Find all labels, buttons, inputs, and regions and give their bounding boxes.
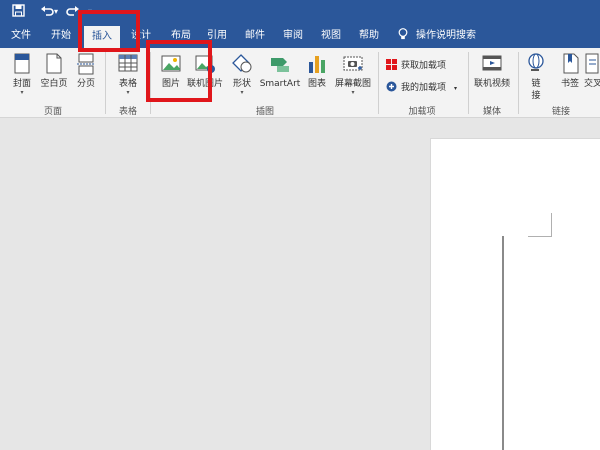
my-addins-button[interactable]: 我的加载项 ▾: [386, 80, 457, 96]
group-separator: [378, 52, 379, 114]
page-break-label: 分页: [76, 79, 95, 89]
tab-mailings[interactable]: 邮件: [238, 24, 272, 48]
group-separator: [518, 52, 519, 114]
media-group-label: 媒体: [482, 107, 501, 117]
tables-group-label: 表格: [118, 107, 137, 117]
cross-reference-button[interactable]: 交叉: [584, 52, 600, 90]
margin-corner-mark: [528, 213, 552, 237]
link-icon: [525, 52, 547, 76]
page-break-button[interactable]: 分页: [72, 52, 100, 90]
shapes-button[interactable]: 形状 ▾: [228, 52, 256, 96]
undo-dropdown-icon[interactable]: ▾: [54, 4, 62, 20]
addin-puzzle-icon: [386, 81, 397, 92]
group-separator: [105, 52, 106, 114]
tell-me-label: 操作说明搜索: [416, 30, 476, 41]
smartart-icon: [269, 52, 291, 76]
get-addins-button[interactable]: 获取加载项: [386, 58, 446, 74]
get-addins-label: 获取加载项: [401, 61, 447, 71]
blank-page-icon: [43, 52, 65, 76]
chart-label: 图表: [307, 79, 326, 89]
store-icon: [386, 59, 397, 70]
cover-page-button[interactable]: 封面 ▾: [6, 52, 38, 96]
table-button[interactable]: 表格 ▾: [112, 52, 144, 96]
addins-group-label: 加载项: [408, 107, 436, 117]
tab-view[interactable]: 视图: [314, 24, 348, 48]
blank-page-button[interactable]: 空白页: [36, 52, 72, 90]
illustrations-group-label: 插图: [255, 107, 274, 117]
my-addins-label: 我的加载项: [401, 83, 447, 93]
bar-chart-icon: [306, 52, 328, 76]
lightbulb-icon: [398, 26, 408, 40]
cross-reference-label: 交叉: [584, 79, 600, 89]
screenshot-button[interactable]: 屏幕截图 ▾: [332, 52, 374, 96]
group-separator: [468, 52, 469, 114]
chart-button[interactable]: 图表: [304, 52, 330, 90]
tell-me-search[interactable]: 操作说明搜索: [398, 24, 476, 48]
table-caret-icon: ▾: [126, 89, 130, 96]
link-label: 链接: [531, 79, 541, 101]
blank-page-label: 空白页: [40, 79, 68, 89]
bookmark-button[interactable]: 书签: [558, 52, 582, 90]
tab-file[interactable]: 文件: [4, 24, 38, 48]
pages-group-label: 页面: [43, 107, 62, 117]
online-video-button[interactable]: 联机视频: [472, 52, 512, 90]
video-icon: [481, 52, 503, 76]
tab-help[interactable]: 帮助: [352, 24, 386, 48]
ribbon-insert: 封面 ▾ 空白页 分页 页面 表格 ▾ 表格 图片 联机图片 形状 ▾ Smar…: [0, 48, 600, 118]
document-page[interactable]: [430, 138, 600, 450]
screenshot-caret-icon: ▾: [351, 89, 355, 96]
shapes-icon: [231, 52, 253, 76]
online-video-label: 联机视频: [473, 79, 510, 89]
smartart-button[interactable]: SmartArt: [258, 52, 302, 90]
page-break-icon: [75, 52, 97, 76]
cross-reference-icon: [584, 52, 600, 76]
cover-page-caret-icon: ▾: [20, 89, 24, 96]
save-icon[interactable]: [12, 4, 26, 20]
pictures-highlight: [146, 40, 212, 102]
table-icon: [117, 52, 139, 76]
smartart-label: SmartArt: [259, 79, 301, 89]
tab-review[interactable]: 审阅: [276, 24, 310, 48]
bookmark-icon: [559, 52, 581, 76]
cover-page-icon: [11, 52, 33, 76]
shapes-caret-icon: ▾: [240, 89, 244, 96]
bookmark-label: 书签: [560, 79, 579, 89]
insert-tab-highlight: [78, 10, 140, 52]
undo-icon[interactable]: [40, 4, 54, 20]
tab-home[interactable]: 开始: [44, 24, 78, 48]
screenshot-icon: [342, 52, 364, 76]
links-group-label: 链接: [551, 107, 570, 117]
my-addins-caret-icon: ▾: [454, 85, 458, 92]
link-button[interactable]: 链接: [524, 52, 548, 102]
text-cursor: [502, 236, 504, 450]
